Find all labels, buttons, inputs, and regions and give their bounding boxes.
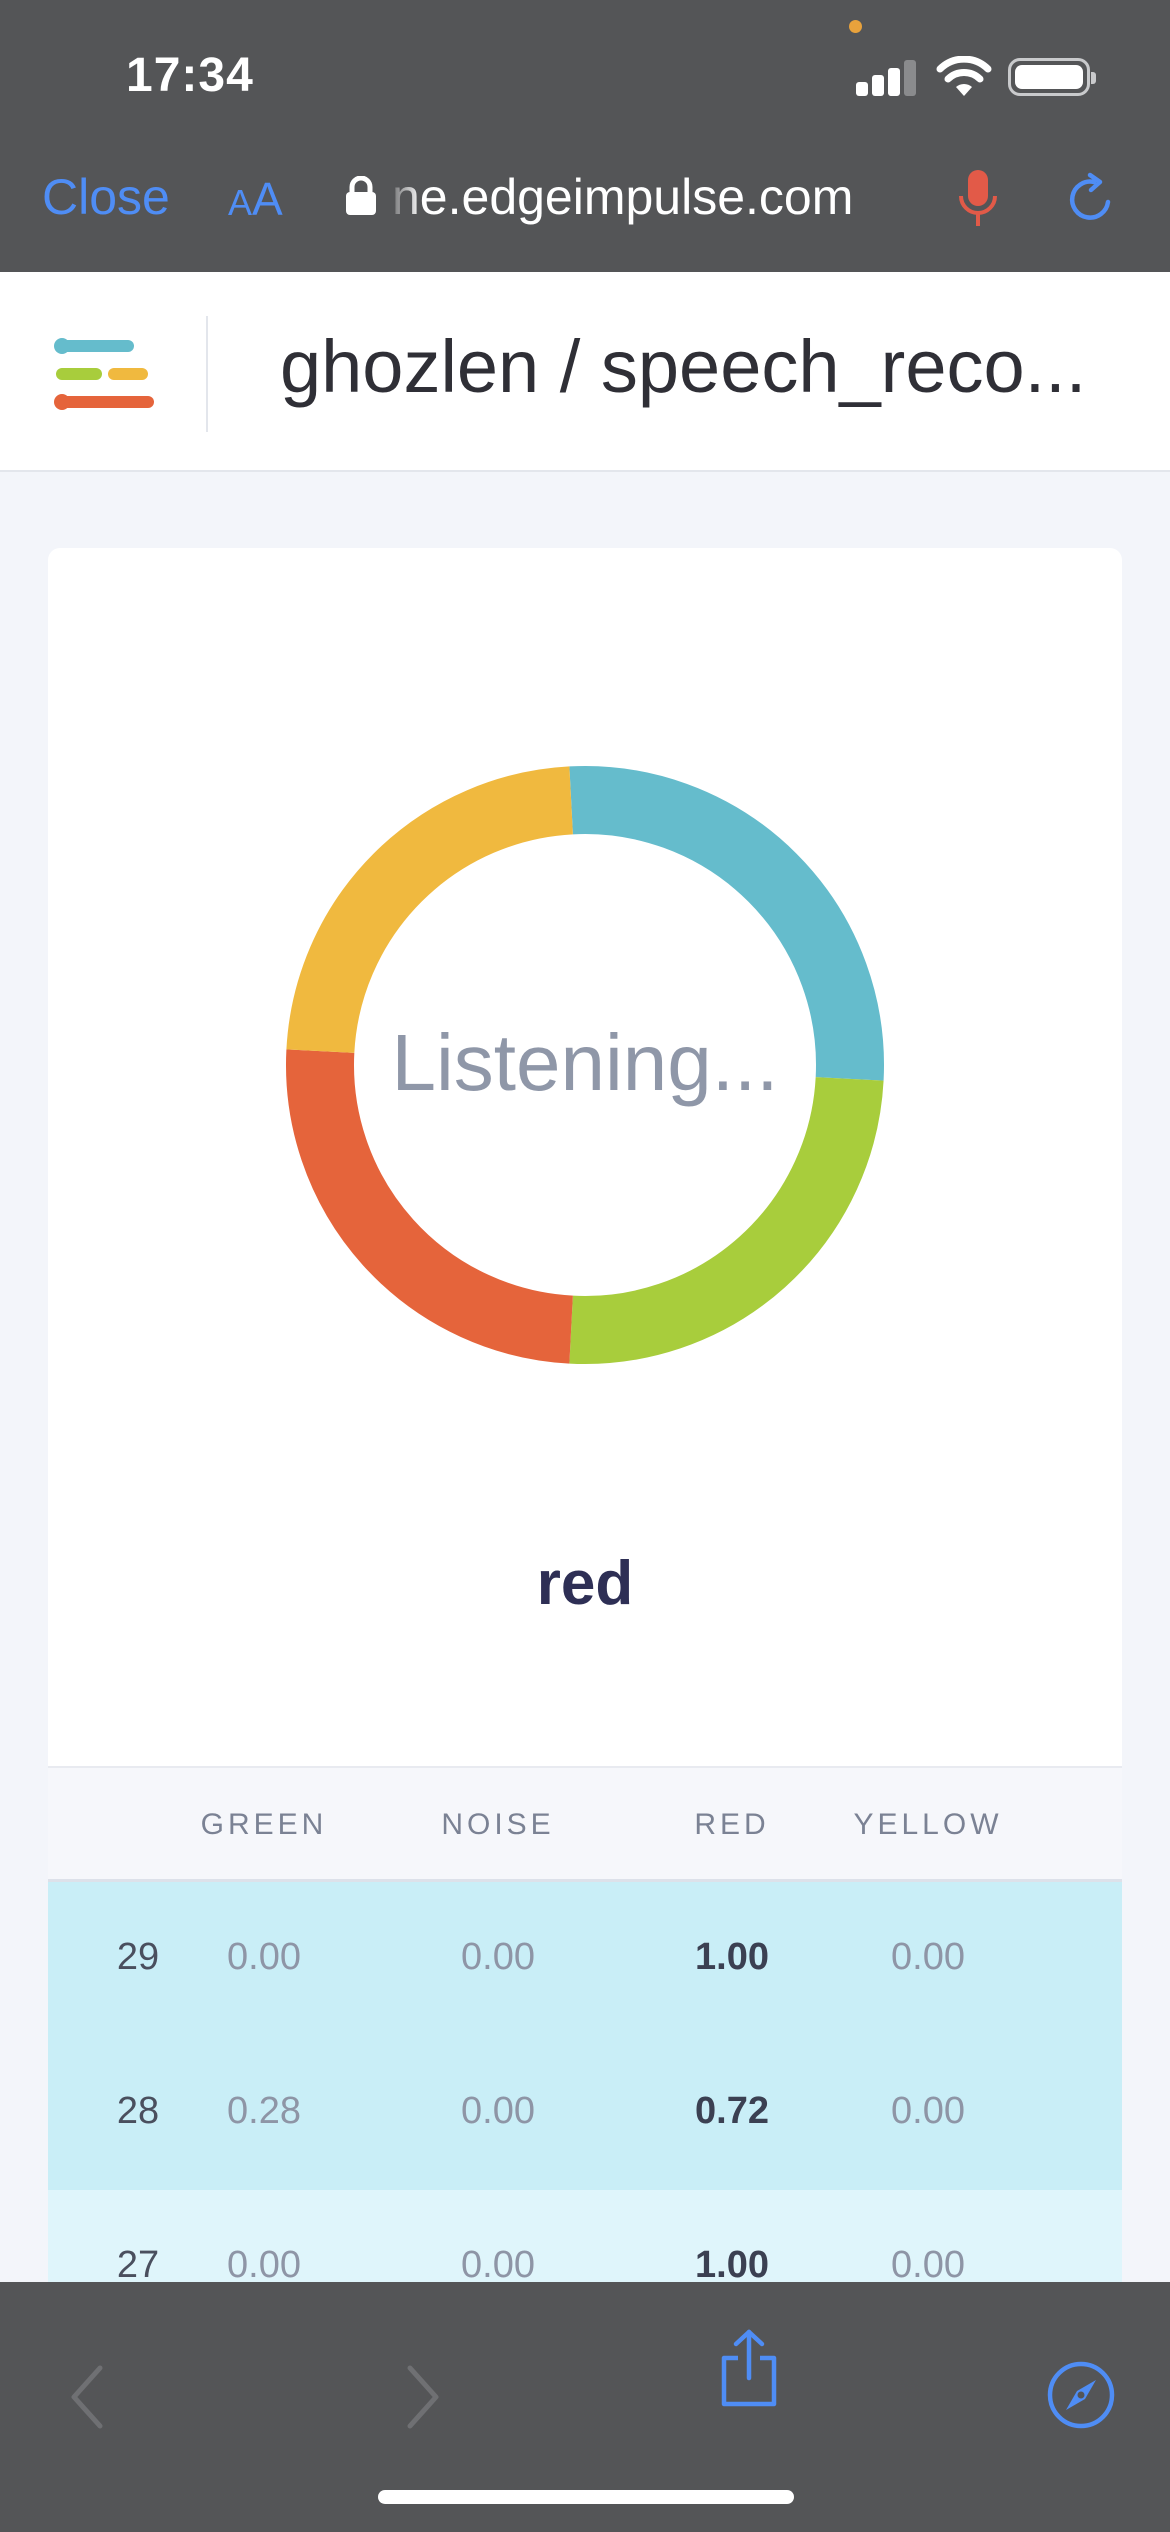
classification-result: red bbox=[536, 1549, 634, 1618]
lock-icon bbox=[346, 176, 376, 215]
wifi-icon bbox=[936, 56, 992, 96]
microphone-icon bbox=[959, 170, 997, 226]
noise-score: 0.00 bbox=[461, 2090, 535, 2132]
privacy-indicator-dot bbox=[849, 20, 862, 33]
reader-text-size-button[interactable]: AA bbox=[228, 172, 283, 226]
column-header-yellow: YELLOW bbox=[853, 1808, 1003, 1841]
project-title: ghozlen / speech_reco... bbox=[280, 325, 1087, 408]
classifier-card: Listening... red GREEN NOISE RED YELLOW … bbox=[48, 548, 1122, 2298]
forward-chevron-icon[interactable] bbox=[404, 2362, 444, 2432]
address-bar-url[interactable]: ne.edgeimpulse.com bbox=[392, 168, 912, 226]
table-header: GREEN NOISE RED YELLOW bbox=[48, 1766, 1122, 1882]
browser-top-bar: 17:34 Close AA ne.edgeimpulse.com bbox=[0, 0, 1170, 272]
column-header-noise: NOISE bbox=[441, 1808, 555, 1841]
donut-segment-green bbox=[569, 1076, 884, 1364]
app-header: ghozlen / speech_reco... bbox=[0, 272, 1170, 472]
noise-score: 0.00 bbox=[461, 1936, 535, 1978]
red-score: 1.00 bbox=[695, 2244, 769, 2286]
reload-icon[interactable] bbox=[1064, 172, 1118, 226]
green-score: 0.00 bbox=[227, 2244, 301, 2286]
donut-segment-yellow bbox=[286, 766, 574, 1054]
noise-score: 0.00 bbox=[461, 2244, 535, 2286]
red-score: 0.72 bbox=[695, 2090, 769, 2132]
yellow-score: 0.00 bbox=[891, 1936, 965, 1978]
status-time: 17:34 bbox=[126, 49, 254, 102]
cellular-signal-icon bbox=[856, 58, 918, 96]
green-score: 0.00 bbox=[227, 1936, 301, 1978]
green-score: 0.28 bbox=[227, 2090, 301, 2132]
column-header-red: RED bbox=[694, 1808, 770, 1841]
share-icon[interactable] bbox=[716, 2328, 782, 2408]
battery-icon bbox=[1008, 58, 1096, 96]
home-indicator bbox=[378, 2490, 794, 2504]
column-header-green: GREEN bbox=[200, 1808, 328, 1841]
close-button[interactable]: Close bbox=[42, 168, 170, 226]
table-row: 29 0.00 0.00 1.00 0.00 bbox=[48, 1882, 1122, 2036]
compass-icon[interactable] bbox=[1046, 2360, 1116, 2430]
back-chevron-icon[interactable] bbox=[66, 2362, 106, 2432]
listening-donut-indicator: Listening... bbox=[286, 766, 884, 1364]
yellow-score: 0.00 bbox=[891, 2244, 965, 2286]
results-table: GREEN NOISE RED YELLOW 29 0.00 0.00 1.00… bbox=[48, 1766, 1122, 2298]
listening-text: Listening... bbox=[392, 1018, 779, 1107]
edge-impulse-menu-logo-icon[interactable] bbox=[52, 336, 156, 412]
header-divider bbox=[206, 316, 208, 432]
table-row: 28 0.28 0.00 0.72 0.00 bbox=[48, 2036, 1122, 2190]
yellow-score: 0.00 bbox=[891, 2090, 965, 2132]
red-score: 1.00 bbox=[695, 1936, 769, 1978]
